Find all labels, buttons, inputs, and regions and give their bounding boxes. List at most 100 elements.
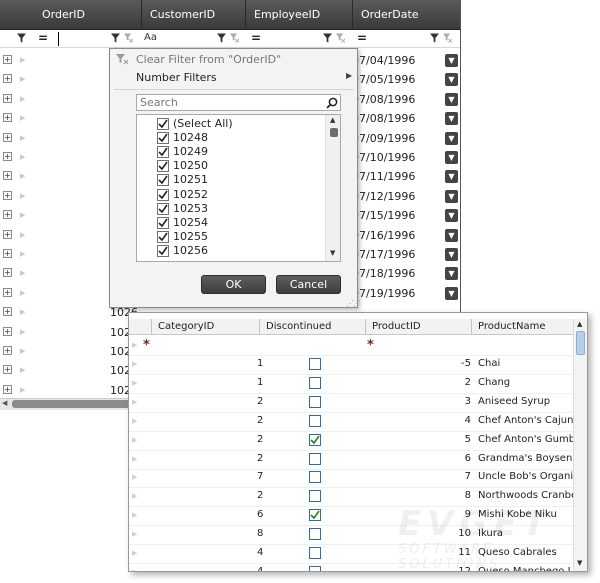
product-id-cell[interactable]: 3 — [449, 396, 471, 407]
order-date-cell[interactable]: 07/10/1996 — [352, 151, 415, 164]
filter-icon[interactable] — [323, 33, 332, 43]
product-name-cell[interactable]: Chef Anton's Gumbo M — [478, 434, 573, 445]
product-id-cell[interactable]: 5 — [449, 434, 471, 445]
expand-row-icon[interactable]: + — [3, 268, 12, 277]
date-dropdown-button[interactable]: ▼ — [445, 151, 458, 164]
product-id-cell[interactable]: 6 — [449, 453, 471, 464]
category-id-cell[interactable]: 1 — [257, 358, 263, 369]
order-date-cell[interactable]: 07/15/1996 — [352, 209, 415, 222]
order-date-cell[interactable]: 07/08/1996 — [352, 112, 415, 125]
scroll-up-arrow-icon[interactable]: ▲ — [330, 116, 335, 124]
order-date-cell[interactable]: 07/19/1996 — [352, 287, 415, 300]
order-date-cell[interactable]: 07/08/1996 — [352, 93, 415, 106]
order-date-cell[interactable]: 07/11/1996 — [352, 170, 415, 183]
date-dropdown-button[interactable]: ▼ — [445, 209, 458, 222]
expand-row-icon[interactable]: + — [3, 94, 12, 103]
date-dropdown-button[interactable]: ▼ — [445, 112, 458, 125]
number-filters-menu-item[interactable]: Number Filters — [136, 71, 217, 84]
vertical-scrollbar[interactable]: ▲ ▼ — [325, 115, 340, 261]
new-row[interactable]: ▶ * * — [129, 337, 573, 356]
expand-row-icon[interactable]: + — [3, 249, 12, 258]
checkbox[interactable] — [157, 188, 169, 201]
product-id-cell[interactable]: 7 — [449, 471, 471, 482]
expand-row-icon[interactable]: + — [3, 191, 12, 200]
expand-row-icon[interactable]: + — [3, 385, 12, 394]
discontinued-checkbox[interactable] — [309, 415, 321, 427]
checkbox[interactable] — [157, 118, 169, 130]
product-id-cell[interactable]: 8 — [449, 490, 471, 501]
column-header-customerid[interactable]: CustomerID — [142, 0, 246, 30]
expand-row-icon[interactable]: + — [3, 133, 12, 142]
filter-icon[interactable] — [17, 33, 26, 43]
product-name-cell[interactable]: Chef Anton's Cajun Se — [478, 415, 573, 426]
table-row[interactable]: ▶ 2 3 Aniseed Syrup — [129, 394, 573, 413]
product-name-cell[interactable]: Uncle Bob's Organic D — [478, 471, 573, 482]
date-dropdown-button[interactable]: ▼ — [445, 170, 458, 183]
date-dropdown-button[interactable]: ▼ — [445, 93, 458, 106]
table-row[interactable]: ▶ 2 6 Grandma's Boysenberr — [129, 451, 573, 470]
checkbox[interactable] — [157, 132, 169, 145]
discontinued-checkbox[interactable] — [309, 434, 321, 446]
date-dropdown-button[interactable]: ▼ — [445, 73, 458, 86]
cancel-button[interactable]: Cancel — [276, 275, 341, 294]
order-date-cell[interactable]: 07/12/1996 — [352, 190, 415, 203]
discontinued-checkbox[interactable] — [309, 528, 321, 540]
category-id-cell[interactable]: 4 — [257, 566, 263, 571]
discontinued-checkbox[interactable] — [309, 566, 321, 571]
expand-row-icon[interactable]: + — [3, 55, 12, 64]
vertical-scrollbar[interactable]: ▲ ▼ — [573, 319, 587, 571]
category-id-cell[interactable]: 2 — [257, 453, 263, 464]
clear-filter-menu-item[interactable]: Clear Filter from "OrderID" — [136, 53, 281, 66]
category-id-cell[interactable]: 2 — [257, 490, 263, 501]
table-row[interactable]: ▶ 1 2 Chang — [129, 375, 573, 394]
discontinued-checkbox[interactable] — [309, 547, 321, 559]
discontinued-checkbox[interactable] — [309, 377, 321, 389]
column-header-productid[interactable]: ProductID — [365, 319, 471, 335]
scrollbar-thumb[interactable] — [576, 331, 585, 355]
discontinued-checkbox[interactable] — [309, 358, 321, 370]
checkbox[interactable] — [157, 202, 169, 215]
expand-row-icon[interactable]: + — [3, 210, 12, 219]
clear-filter-icon[interactable] — [230, 33, 239, 43]
checkbox[interactable] — [157, 146, 169, 159]
scrollbar-thumb[interactable] — [330, 128, 338, 137]
column-header-employeeid[interactable]: EmployeeID — [246, 0, 353, 30]
category-id-cell[interactable]: 4 — [257, 547, 263, 558]
product-id-cell[interactable]: -5 — [449, 358, 471, 369]
expand-row-icon[interactable]: + — [3, 113, 12, 122]
date-dropdown-button[interactable]: ▼ — [445, 132, 458, 145]
product-name-cell[interactable]: Chai — [478, 358, 573, 369]
category-id-cell[interactable]: 8 — [257, 528, 263, 539]
expand-row-icon[interactable]: + — [3, 152, 12, 161]
category-id-cell[interactable]: 6 — [257, 509, 263, 520]
discontinued-checkbox[interactable] — [309, 471, 321, 483]
discontinued-checkbox[interactable] — [309, 453, 321, 465]
order-date-cell[interactable]: 07/18/1996 — [352, 267, 415, 280]
scrollbar-thumb[interactable] — [12, 400, 130, 408]
expand-row-icon[interactable]: + — [3, 327, 12, 336]
checkbox[interactable] — [157, 216, 169, 229]
discontinued-checkbox[interactable] — [309, 396, 321, 408]
clear-filter-icon[interactable] — [336, 33, 345, 43]
resize-grip-icon[interactable]: ⋰⋰ — [346, 299, 361, 308]
order-date-cell[interactable]: 07/04/1996 — [352, 54, 415, 67]
order-date-cell[interactable]: 07/09/1996 — [352, 132, 415, 145]
category-id-cell[interactable]: 2 — [257, 434, 263, 445]
scroll-down-arrow-icon[interactable]: ▼ — [330, 249, 335, 257]
checkbox[interactable] — [157, 230, 169, 243]
scroll-left-arrow-icon[interactable]: ◀ — [2, 399, 7, 407]
discontinued-checkbox[interactable] — [309, 509, 321, 521]
expand-row-icon[interactable]: + — [3, 288, 12, 297]
column-header-categoryid[interactable]: CategoryID — [151, 319, 259, 335]
filter-icon[interactable] — [430, 33, 439, 43]
equals-operator[interactable]: = — [357, 30, 367, 47]
table-row[interactable]: ▶ 7 7 Uncle Bob's Organic D — [129, 469, 573, 488]
table-row[interactable]: ▶ 2 4 Chef Anton's Cajun Se — [129, 413, 573, 432]
checkbox[interactable] — [157, 244, 169, 257]
filter-search-input[interactable]: Search — [136, 94, 341, 111]
text-filter-icon[interactable]: Aa — [144, 32, 157, 43]
column-header-orderdate[interactable]: OrderDate — [353, 0, 460, 30]
expand-row-icon[interactable]: + — [3, 365, 12, 374]
table-row[interactable]: ▶ 1 -5 Chai — [129, 356, 573, 375]
expand-row-icon[interactable]: + — [3, 307, 12, 316]
